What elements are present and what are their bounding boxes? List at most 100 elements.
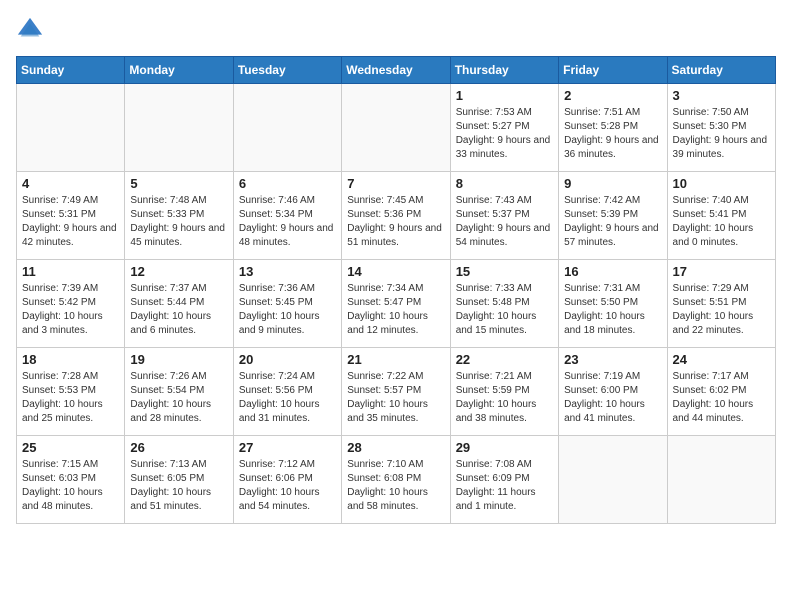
- weekday-header-friday: Friday: [559, 57, 667, 84]
- calendar-week-3: 11Sunrise: 7:39 AMSunset: 5:42 PMDayligh…: [17, 260, 776, 348]
- calendar-cell: 26 Sunrise: 7:13 AMSunset: 6:05 PMDayligh…: [125, 436, 233, 524]
- calendar-cell: 9Sunrise: 7:42 AMSunset: 5:39 PMDaylight…: [559, 172, 667, 260]
- day-info: Sunrise: 7:37 AMSunset: 5:44 PMDaylight:…: [130, 282, 227, 338]
- day-info: Sunrise: 7:13 AMSunset: 6:05 PMDaylight:…: [130, 458, 227, 514]
- calendar-cell: [125, 84, 233, 172]
- weekday-header-tuesday: Tuesday: [233, 57, 341, 84]
- calendar-cell: 24 Sunrise: 7:17 AMSunset: 6:02 PMDayligh…: [667, 348, 775, 436]
- calendar-cell: 5 Sunrise: 7:48 AMSunset: 5:33 PMDaylight…: [125, 172, 233, 260]
- day-number: 23: [564, 352, 661, 367]
- calendar-cell: 3 Sunrise: 7:50 AMSunset: 5:30 PMDaylight…: [667, 84, 775, 172]
- calendar-cell: 20 Sunrise: 7:24 AMSunset: 5:56 PMDayligh…: [233, 348, 341, 436]
- calendar-cell: 12 Sunrise: 7:37 AMSunset: 5:44 PMDayligh…: [125, 260, 233, 348]
- calendar-cell: 4 Sunrise: 7:49 AMSunset: 5:31 PMDaylight…: [17, 172, 125, 260]
- calendar-cell: 1 Sunrise: 7:53 AMSunset: 5:27 PMDaylight…: [450, 84, 558, 172]
- calendar-cell: [667, 436, 775, 524]
- day-info: Sunrise: 7:19 AMSunset: 6:00 PMDaylight:…: [564, 370, 661, 426]
- day-info: Sunrise: 7:26 AMSunset: 5:54 PMDaylight:…: [130, 370, 227, 426]
- day-info: Sunrise: 7:08 AMSunset: 6:09 PMDaylight:…: [456, 458, 553, 514]
- day-info: Sunrise: 7:31 AMSunset: 5:50 PMDaylight:…: [564, 282, 661, 338]
- day-number: 29: [456, 440, 553, 455]
- day-number: 21: [347, 352, 444, 367]
- day-number: 1: [456, 88, 553, 103]
- day-info: Sunrise: 7:15 AMSunset: 6:03 PMDaylight:…: [22, 458, 119, 514]
- day-number: 8: [456, 176, 553, 191]
- calendar-cell: 10 Sunrise: 7:40 AMSunset: 5:41 PMDayligh…: [667, 172, 775, 260]
- calendar-cell: 27 Sunrise: 7:12 AMSunset: 6:06 PMDayligh…: [233, 436, 341, 524]
- day-info: Sunrise: 7:24 AMSunset: 5:56 PMDaylight:…: [239, 370, 336, 426]
- day-info: Sunrise: 7:40 AMSunset: 5:41 PMDaylight:…: [673, 194, 770, 250]
- calendar-cell: 15 Sunrise: 7:33 AMSunset: 5:48 PMDayligh…: [450, 260, 558, 348]
- day-info: Sunrise: 7:42 AMSunset: 5:39 PMDaylight:…: [564, 194, 661, 250]
- day-number: 16: [564, 264, 661, 279]
- calendar-week-5: 25 Sunrise: 7:15 AMSunset: 6:03 PMDayligh…: [17, 436, 776, 524]
- calendar-cell: 11Sunrise: 7:39 AMSunset: 5:42 PMDayligh…: [17, 260, 125, 348]
- day-info: Sunrise: 7:22 AMSunset: 5:57 PMDaylight:…: [347, 370, 444, 426]
- weekday-header-monday: Monday: [125, 57, 233, 84]
- day-number: 18: [22, 352, 119, 367]
- day-info: Sunrise: 7:10 AMSunset: 6:08 PMDaylight:…: [347, 458, 444, 514]
- day-number: 28: [347, 440, 444, 455]
- weekday-header-row: SundayMondayTuesdayWednesdayThursdayFrid…: [17, 57, 776, 84]
- calendar-table: SundayMondayTuesdayWednesdayThursdayFrid…: [16, 56, 776, 524]
- calendar-week-1: 1 Sunrise: 7:53 AMSunset: 5:27 PMDaylight…: [17, 84, 776, 172]
- day-info: Sunrise: 7:51 AMSunset: 5:28 PMDaylight:…: [564, 106, 661, 162]
- day-number: 26: [130, 440, 227, 455]
- day-info: Sunrise: 7:46 AMSunset: 5:34 PMDaylight:…: [239, 194, 336, 250]
- calendar-cell: 28 Sunrise: 7:10 AMSunset: 6:08 PMDayligh…: [342, 436, 450, 524]
- calendar-cell: [233, 84, 341, 172]
- weekday-header-wednesday: Wednesday: [342, 57, 450, 84]
- calendar-cell: 2Sunrise: 7:51 AMSunset: 5:28 PMDaylight…: [559, 84, 667, 172]
- day-number: 3: [673, 88, 770, 103]
- calendar-cell: [559, 436, 667, 524]
- weekday-header-saturday: Saturday: [667, 57, 775, 84]
- day-number: 25: [22, 440, 119, 455]
- calendar-cell: 25 Sunrise: 7:15 AMSunset: 6:03 PMDayligh…: [17, 436, 125, 524]
- logo: [16, 16, 48, 44]
- calendar-cell: 19 Sunrise: 7:26 AMSunset: 5:54 PMDayligh…: [125, 348, 233, 436]
- day-number: 20: [239, 352, 336, 367]
- calendar-cell: 22 Sunrise: 7:21 AMSunset: 5:59 PMDayligh…: [450, 348, 558, 436]
- day-info: Sunrise: 7:48 AMSunset: 5:33 PMDaylight:…: [130, 194, 227, 250]
- day-number: 11: [22, 264, 119, 279]
- day-number: 12: [130, 264, 227, 279]
- day-info: Sunrise: 7:28 AMSunset: 5:53 PMDaylight:…: [22, 370, 119, 426]
- day-number: 22: [456, 352, 553, 367]
- calendar-cell: 13Sunrise: 7:36 AMSunset: 5:45 PMDayligh…: [233, 260, 341, 348]
- day-number: 27: [239, 440, 336, 455]
- day-info: Sunrise: 7:53 AMSunset: 5:27 PMDaylight:…: [456, 106, 553, 162]
- day-number: 6: [239, 176, 336, 191]
- day-number: 14: [347, 264, 444, 279]
- calendar-cell: [342, 84, 450, 172]
- weekday-header-sunday: Sunday: [17, 57, 125, 84]
- calendar-cell: 29 Sunrise: 7:08 AMSunset: 6:09 PMDayligh…: [450, 436, 558, 524]
- calendar-week-2: 4 Sunrise: 7:49 AMSunset: 5:31 PMDaylight…: [17, 172, 776, 260]
- calendar-cell: 6 Sunrise: 7:46 AMSunset: 5:34 PMDaylight…: [233, 172, 341, 260]
- day-number: 5: [130, 176, 227, 191]
- calendar-cell: 8Sunrise: 7:43 AMSunset: 5:37 PMDaylight…: [450, 172, 558, 260]
- day-number: 4: [22, 176, 119, 191]
- day-info: Sunrise: 7:34 AMSunset: 5:47 PMDaylight:…: [347, 282, 444, 338]
- day-info: Sunrise: 7:17 AMSunset: 6:02 PMDaylight:…: [673, 370, 770, 426]
- day-number: 10: [673, 176, 770, 191]
- calendar-cell: 17 Sunrise: 7:29 AMSunset: 5:51 PMDayligh…: [667, 260, 775, 348]
- calendar-week-4: 18 Sunrise: 7:28 AMSunset: 5:53 PMDayligh…: [17, 348, 776, 436]
- day-info: Sunrise: 7:29 AMSunset: 5:51 PMDaylight:…: [673, 282, 770, 338]
- logo-icon: [16, 16, 44, 44]
- day-number: 17: [673, 264, 770, 279]
- day-number: 15: [456, 264, 553, 279]
- day-info: Sunrise: 7:50 AMSunset: 5:30 PMDaylight:…: [673, 106, 770, 162]
- calendar-cell: 21 Sunrise: 7:22 AMSunset: 5:57 PMDayligh…: [342, 348, 450, 436]
- day-number: 19: [130, 352, 227, 367]
- day-info: Sunrise: 7:12 AMSunset: 6:06 PMDaylight:…: [239, 458, 336, 514]
- calendar-cell: 7 Sunrise: 7:45 AMSunset: 5:36 PMDaylight…: [342, 172, 450, 260]
- weekday-header-thursday: Thursday: [450, 57, 558, 84]
- calendar-cell: 14 Sunrise: 7:34 AMSunset: 5:47 PMDayligh…: [342, 260, 450, 348]
- day-info: Sunrise: 7:21 AMSunset: 5:59 PMDaylight:…: [456, 370, 553, 426]
- day-info: Sunrise: 7:49 AMSunset: 5:31 PMDaylight:…: [22, 194, 119, 250]
- day-info: Sunrise: 7:33 AMSunset: 5:48 PMDaylight:…: [456, 282, 553, 338]
- day-number: 7: [347, 176, 444, 191]
- page-header: [16, 16, 776, 44]
- day-number: 24: [673, 352, 770, 367]
- day-info: Sunrise: 7:45 AMSunset: 5:36 PMDaylight:…: [347, 194, 444, 250]
